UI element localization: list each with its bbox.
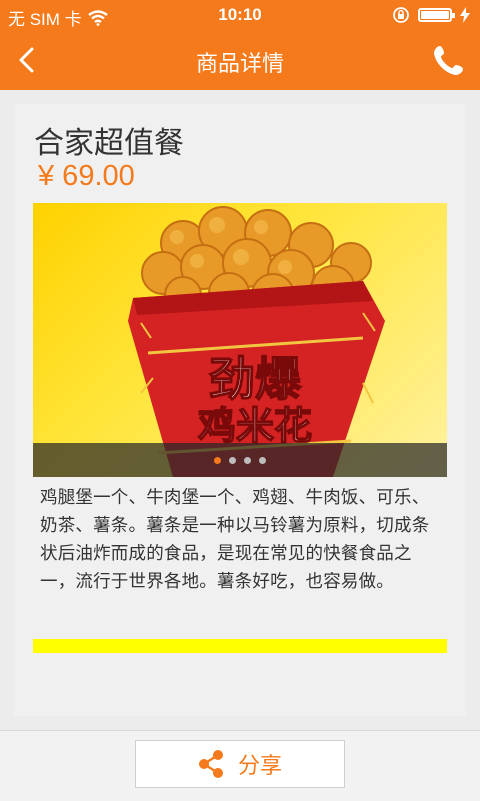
charging-icon [460,7,470,23]
phone-icon[interactable] [432,43,466,77]
battery-icon [418,8,455,22]
product-image-carousel[interactable]: 劲爆 鸡米花 [33,203,447,477]
share-label: 分享 [237,754,282,779]
product-card: 合家超值餐 ¥ 69.00 劲爆 鸡米花 鸡腿堡一个、牛肉堡一个、鸡翅、牛肉饭、… [14,104,466,716]
box-caption-line1: 劲爆 [209,352,302,406]
carousel-indicator [33,457,447,464]
share-icon [198,750,223,778]
status-right [392,6,470,24]
carousel-dot[interactable] [214,457,221,464]
bottom-bar: 分享 [0,730,480,801]
product-price: ¥ 69.00 [38,160,135,192]
nav-bar: 商品详情 [0,30,480,90]
product-description: 鸡腿堡一个、牛肉堡一个、鸡翅、牛肉饭、可乐、奶茶、薯条。薯条是一种以马铃薯为原料… [40,488,430,592]
carousel-dot[interactable] [259,457,266,464]
box-caption-line2: 鸡米花 [197,404,312,448]
carousel-dot[interactable] [244,457,251,464]
product-name: 合家超值餐 [34,126,184,161]
popcorn-chicken-image: 劲爆 鸡米花 [128,206,385,477]
share-button[interactable]: 分享 [135,740,345,788]
status-bar: 无 SIM 卡 10:10 [0,0,480,30]
highlight-bar [33,639,447,653]
page-title: 商品详情 [195,52,284,77]
carousel-dot[interactable] [229,457,236,464]
rotation-lock-icon [393,7,409,23]
